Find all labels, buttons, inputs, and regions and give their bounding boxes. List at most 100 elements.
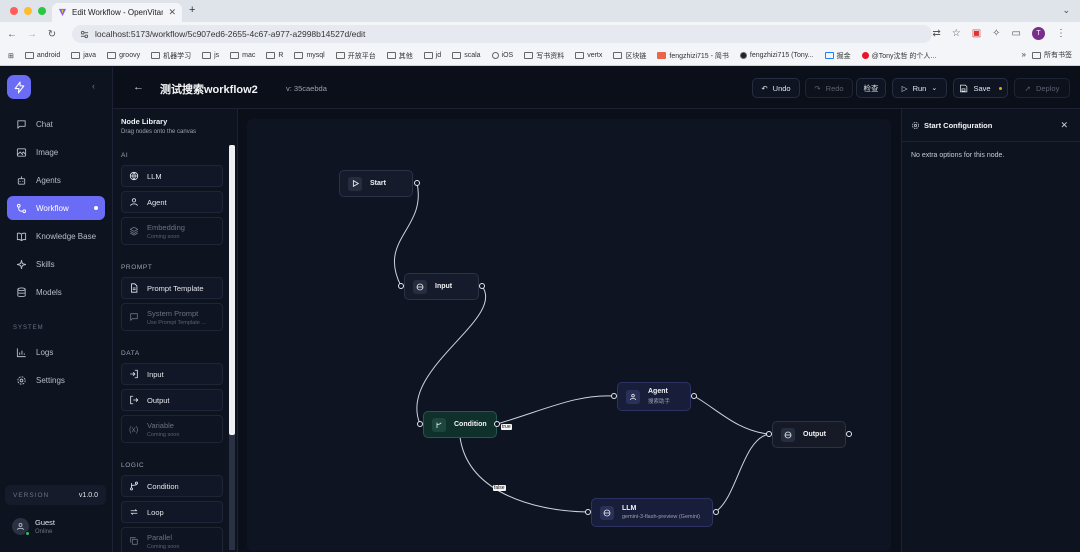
llm-input-port[interactable] (585, 509, 591, 515)
input-output-port[interactable] (479, 283, 485, 289)
reload-icon[interactable]: ↻ (44, 29, 60, 40)
tab-list-chevron-icon[interactable]: ⌄ (1062, 5, 1070, 16)
library-node-prompt-template[interactable]: Prompt Template (121, 277, 223, 299)
bookmark-star-icon[interactable]: ☆ (952, 28, 961, 39)
minimize-window-button[interactable] (24, 7, 32, 15)
agent-output-port[interactable] (691, 393, 697, 399)
check-button[interactable]: 检查 (856, 78, 886, 98)
translate-icon[interactable]: ⇄ (932, 28, 940, 39)
sidebar-item-logs[interactable]: Logs (7, 340, 105, 364)
extension-badge-icon[interactable]: ▣ (972, 28, 981, 39)
browser-tab[interactable]: Edit Workflow - OpenVitamin ✕ (52, 3, 182, 22)
output-output-port[interactable] (846, 431, 852, 437)
start-output-port[interactable] (414, 180, 420, 186)
undo-button[interactable]: ↶ Undo (752, 78, 800, 98)
sidebar-item-knowledge-base[interactable]: Knowledge Base (7, 224, 105, 248)
library-node-input[interactable]: Input (121, 363, 223, 385)
canvas-node-agent[interactable]: Agent 搜索助手 (617, 382, 691, 411)
forward-nav-icon[interactable]: → (24, 29, 40, 40)
workflow-canvas[interactable]: Start Input Condition true false Agent 搜索… (247, 119, 891, 551)
bookmark-item[interactable]: jd (423, 52, 441, 59)
canvas-node-start[interactable]: Start (339, 170, 413, 197)
apps-grid-icon[interactable]: ⊞ (8, 52, 14, 60)
back-nav-icon[interactable]: ← (4, 29, 20, 40)
bookmark-item[interactable]: 开放平台 (335, 51, 376, 61)
condition-true-port[interactable] (494, 421, 500, 427)
bookmark-item[interactable]: mac (230, 52, 255, 59)
canvas-node-output[interactable]: Output (772, 421, 846, 448)
browser-menu-icon[interactable]: ⋮ (1056, 28, 1066, 39)
edge-llm-output[interactable] (714, 433, 770, 513)
sidebar-item-workflow[interactable]: Workflow (7, 196, 105, 220)
user-profile[interactable]: Guest Online (12, 518, 55, 536)
bookmark-item[interactable]: js (202, 52, 219, 59)
edge-condition-llm[interactable] (459, 436, 589, 513)
bookmark-item[interactable]: mysql (294, 52, 325, 59)
close-window-button[interactable] (10, 7, 18, 15)
divider (902, 141, 1080, 142)
bookmark-item[interactable]: R (266, 52, 283, 59)
bookmark-item[interactable]: android (24, 52, 60, 59)
all-bookmarks-button[interactable]: 所有书签 (1032, 50, 1072, 60)
bookmark-item[interactable]: 写书资料 (524, 51, 564, 61)
new-tab-button[interactable]: + (189, 4, 195, 16)
sidebar-item-image[interactable]: Image (7, 140, 105, 164)
edge-agent-output[interactable] (693, 395, 770, 435)
bookmark-item[interactable]: 区块链 (613, 51, 646, 61)
bookmark-item[interactable]: 其他 (386, 51, 413, 61)
deploy-button[interactable]: ➚ Deploy (1014, 78, 1070, 98)
bookmark-item[interactable]: vertx (575, 52, 602, 59)
edge-start-input[interactable] (394, 182, 419, 287)
bookmark-item[interactable]: fengzhizi715 - 简书 (657, 51, 729, 61)
bookmark-item[interactable]: groovy (107, 52, 140, 59)
close-icon[interactable]: ✕ (1060, 120, 1068, 131)
library-node-loop[interactable]: Loop (121, 501, 223, 523)
globe-icon (600, 505, 614, 520)
bookmark-item[interactable]: 机器学习 (151, 51, 191, 61)
canvas-node-input[interactable]: Input (404, 273, 479, 300)
url-field[interactable]: localhost:5173/workflow/5c907ed6-2655-4c… (72, 25, 932, 43)
user-status: Online (35, 529, 53, 535)
condition-input-port[interactable] (417, 421, 423, 427)
category-logic-label: LOGIC (121, 462, 145, 469)
bookmark-item[interactable]: @Tony沈哲 的个人... (861, 51, 936, 61)
bookmark-item[interactable]: iOS (491, 52, 513, 59)
sidebar-item-skills[interactable]: Skills (7, 252, 105, 276)
tab-close-icon[interactable]: ✕ (168, 7, 176, 18)
agent-input-port[interactable] (611, 393, 617, 399)
library-node-output[interactable]: Output (121, 389, 223, 411)
run-button[interactable]: ▷ Run ⌄ (892, 78, 947, 98)
library-scrollbar-thumb[interactable] (229, 145, 235, 435)
edge-input-condition[interactable] (416, 285, 486, 425)
save-button[interactable]: Save (953, 78, 1008, 98)
library-node-llm[interactable]: LLM (121, 165, 223, 187)
sidebar-item-agents[interactable]: Agents (7, 168, 105, 192)
unsaved-indicator-dot (998, 86, 1002, 90)
split-view-icon[interactable]: ▭ (1012, 28, 1021, 39)
sidebar-item-settings[interactable]: Settings (7, 368, 105, 392)
back-arrow-icon[interactable]: ← (133, 81, 144, 93)
canvas-node-condition[interactable]: Condition (423, 411, 497, 438)
input-input-port[interactable] (398, 283, 404, 289)
sidebar-item-models[interactable]: Models (7, 280, 105, 304)
maximize-window-button[interactable] (38, 7, 46, 15)
llm-output-port[interactable] (713, 509, 719, 515)
app-logo[interactable] (7, 75, 31, 99)
redo-button[interactable]: ↷ Redo (805, 78, 853, 98)
profile-avatar[interactable]: T (1032, 27, 1045, 40)
bookmark-item[interactable]: fengzhizi715 (Tony... (739, 52, 814, 59)
library-node-condition[interactable]: Condition (121, 475, 223, 497)
extensions-puzzle-icon[interactable]: ✧ (992, 28, 1000, 39)
collapse-sidebar-chevron-icon[interactable]: ‹ (92, 81, 95, 91)
sidebar-item-chat[interactable]: Chat (7, 112, 105, 136)
bookmarks-more-button[interactable]: » (1022, 50, 1026, 59)
output-input-port[interactable] (766, 431, 772, 437)
edge-true-label: true (501, 424, 512, 430)
edge-condition-agent[interactable] (496, 395, 615, 425)
library-node-agent[interactable]: Agent (121, 191, 223, 213)
canvas-node-llm[interactable]: LLM gemini-3-flash-preview (Gemini) (591, 498, 713, 527)
bookmark-item[interactable]: 掘金 (824, 51, 851, 61)
bookmark-item[interactable]: scala (452, 52, 481, 59)
site-info-icon[interactable] (80, 30, 89, 39)
bookmark-item[interactable]: java (71, 52, 96, 59)
